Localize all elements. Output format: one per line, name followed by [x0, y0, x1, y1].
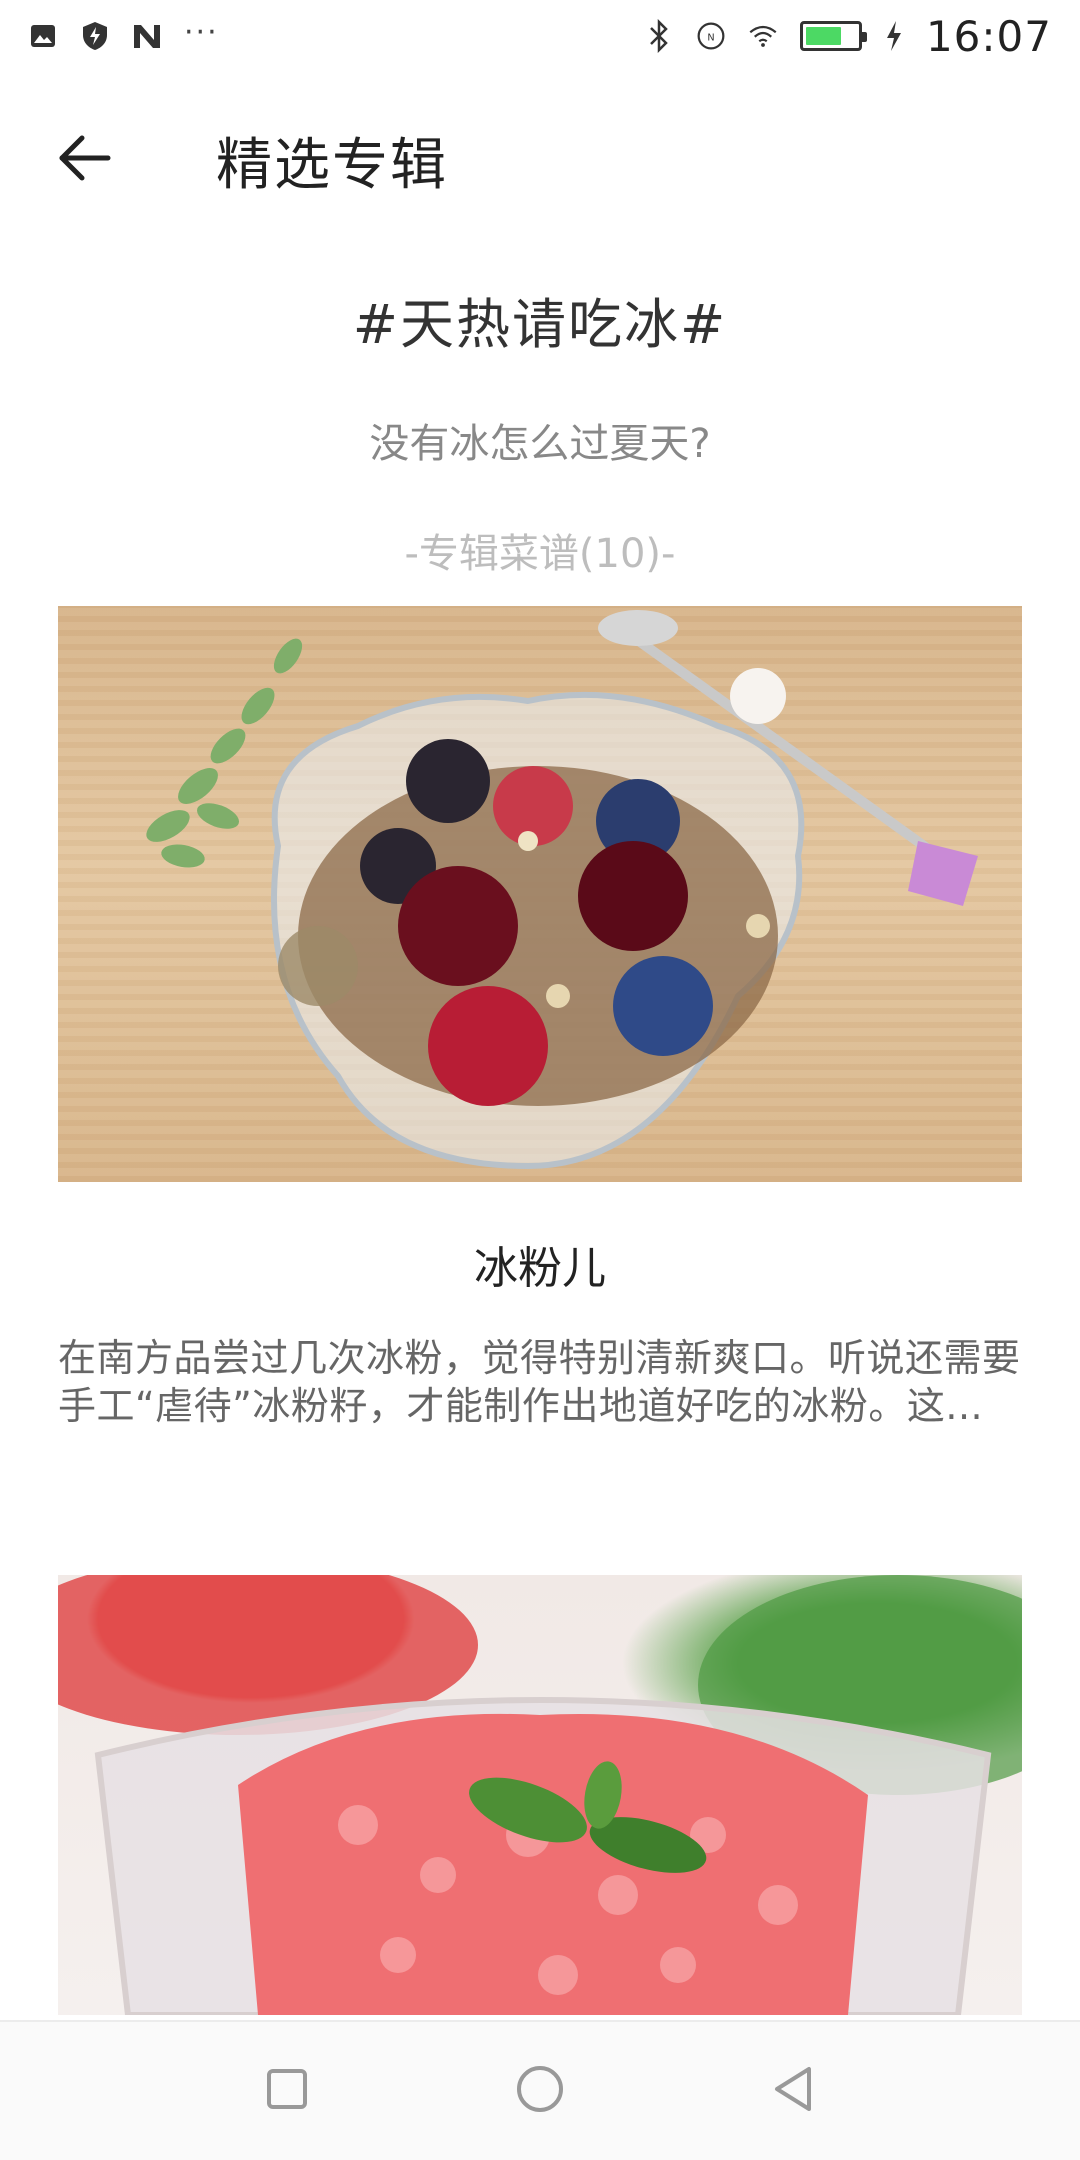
recipe-image[interactable]	[58, 606, 1022, 1182]
back-triangle-icon	[769, 2063, 817, 2119]
recent-apps-button[interactable]	[242, 2046, 332, 2136]
battery-icon	[799, 21, 867, 51]
album-subtitle: 没有冰怎么过夏天?	[369, 421, 711, 467]
status-right: N 16:07	[644, 12, 1052, 61]
recipe-photo-watermelon-ice	[58, 1575, 1022, 2015]
album-header: #天热请吃冰# 没有冰怎么过夏天? -专辑菜谱(10)-	[0, 280, 1080, 579]
home-icon	[514, 2063, 566, 2119]
recipe-photo-ice-jelly	[146, 610, 978, 1170]
battery-level	[805, 27, 841, 45]
bluetooth-icon	[644, 19, 674, 53]
charging-icon	[884, 21, 904, 51]
wifi-icon	[748, 21, 778, 51]
system-nav-bar	[0, 2020, 1080, 2160]
album-recipe-count: -专辑菜谱(10)-	[404, 531, 676, 577]
recent-apps-icon	[263, 2065, 311, 2117]
page-title: 精选专辑	[216, 132, 448, 198]
nfc-icon: N	[696, 21, 726, 51]
recipe-name[interactable]: 冰粉儿	[58, 1232, 1022, 1296]
recipe-card[interactable]: 冰粉儿 在南方品尝过几次冰粉，觉得特别清新爽口。听说还需要手工“虐待”冰粉籽，才…	[58, 606, 1022, 1430]
status-time: 16:07	[925, 11, 1052, 61]
svg-text:N: N	[707, 32, 714, 43]
status-bar: ··· N 16:07	[0, 0, 1080, 72]
recipe-card[interactable]	[58, 1575, 1022, 2015]
album-title: #天热请吃冰#	[352, 293, 728, 356]
back-nav-button[interactable]	[748, 2046, 838, 2136]
recipe-image[interactable]	[58, 1575, 1022, 2015]
back-button[interactable]	[24, 100, 144, 220]
arrow-left-icon	[56, 134, 112, 186]
recipe-description: 在南方品尝过几次冰粉，觉得特别清新爽口。听说还需要手工“虐待”冰粉籽，才能制作出…	[58, 1336, 1021, 1428]
image-icon	[28, 21, 58, 51]
home-button[interactable]	[495, 2046, 585, 2136]
status-left: ···	[28, 15, 219, 51]
shield-bolt-icon	[80, 21, 110, 51]
n-logo-icon	[132, 21, 162, 51]
app-bar: 精选专辑	[0, 100, 1080, 220]
notification-overflow: ···	[184, 14, 219, 50]
